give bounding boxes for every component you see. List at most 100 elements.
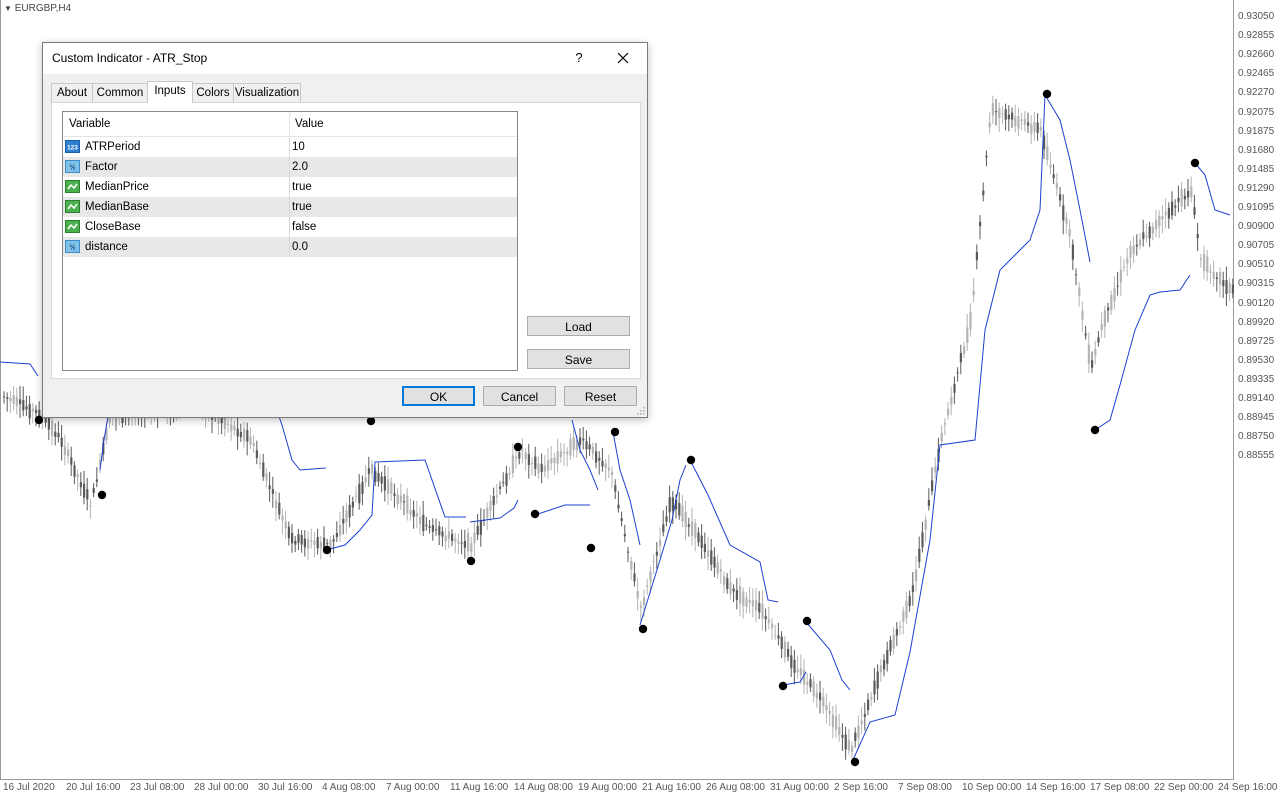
close-icon[interactable] <box>609 46 637 70</box>
candle-body <box>867 699 870 711</box>
candle-body <box>451 533 454 541</box>
candle-body <box>230 424 233 432</box>
signal-dot <box>586 543 596 553</box>
input-row-medianbase[interactable]: MedianBase true <box>63 197 517 217</box>
candle-body <box>870 696 873 700</box>
signal-dot <box>850 757 860 767</box>
input-name: ATRPeriod <box>85 141 141 153</box>
candle-body <box>579 437 582 445</box>
price-tick-label: 0.91680 <box>1238 144 1275 156</box>
candle-body <box>233 425 236 431</box>
tab-common[interactable]: Common <box>92 83 148 102</box>
input-value[interactable]: true <box>292 201 312 213</box>
candle-body <box>1171 201 1174 216</box>
candle-body <box>294 540 297 545</box>
input-value[interactable]: 0.0 <box>292 241 308 253</box>
candle-body <box>614 485 617 492</box>
candle-body <box>505 473 508 486</box>
ok-button[interactable]: OK <box>402 386 475 406</box>
candle-body <box>659 539 662 546</box>
candle-body <box>1215 277 1218 279</box>
close-button[interactable] <box>609 46 637 70</box>
dropdown-triangle-icon[interactable]: ▼ <box>4 4 12 13</box>
column-variable-header[interactable]: Variable <box>69 118 110 130</box>
input-value[interactable]: false <box>292 221 316 233</box>
candle-body <box>534 456 537 469</box>
candle-body <box>822 696 825 707</box>
input-name: CloseBase <box>85 221 141 233</box>
tab-about[interactable]: About <box>51 83 93 102</box>
candle-body <box>1071 244 1074 260</box>
candle-body <box>262 462 265 477</box>
inputs-grid[interactable]: Variable Value 123 ATRPeriod 10 ½ Factor <box>62 111 518 371</box>
candle-body <box>310 540 313 542</box>
candle-body <box>876 671 879 689</box>
price-tick-label: 0.92270 <box>1238 87 1275 99</box>
candle-body <box>707 550 710 557</box>
column-value-header[interactable]: Value <box>295 118 324 130</box>
candle-body <box>83 483 86 498</box>
candle-body <box>76 474 79 478</box>
candle-body <box>851 745 854 753</box>
signal-dot <box>97 490 107 500</box>
candle-body <box>1155 220 1158 230</box>
price-tick-label: 0.90900 <box>1238 221 1275 233</box>
candle-body <box>1100 324 1103 331</box>
tab-visualization-label: Visualization <box>234 87 300 99</box>
signal-dot <box>1090 425 1100 435</box>
candle-body <box>1075 274 1078 276</box>
grid-header: Variable Value <box>63 112 517 137</box>
help-button[interactable]: ? <box>567 47 591 69</box>
input-row-atrperiod[interactable]: 123 ATRPeriod 10 <box>63 137 517 157</box>
reset-button[interactable]: Reset <box>564 386 637 406</box>
candle-body <box>3 396 6 398</box>
candle-body <box>476 526 479 535</box>
price-tick-label: 0.91875 <box>1238 125 1275 137</box>
candle-body <box>543 466 546 472</box>
save-button[interactable]: Save <box>527 349 630 369</box>
tab-about-label: About <box>56 87 88 99</box>
candle-body <box>271 489 274 494</box>
input-row-factor[interactable]: ½ Factor 2.0 <box>63 157 517 177</box>
input-value[interactable]: 2.0 <box>292 161 308 173</box>
candle-body <box>313 540 316 545</box>
time-tick-label: 20 Jul 16:00 <box>66 782 121 793</box>
price-tick-label: 0.91485 <box>1238 163 1275 175</box>
input-value[interactable]: 10 <box>292 141 305 153</box>
atr-stop-line <box>534 504 590 516</box>
candle-body <box>383 476 386 491</box>
atr-stop-line <box>639 464 687 626</box>
candle-body <box>364 477 367 483</box>
candle-body <box>927 499 930 506</box>
candle-body <box>611 471 614 476</box>
cancel-button[interactable]: Cancel <box>483 386 556 406</box>
tab-colors[interactable]: Colors <box>192 83 234 102</box>
tab-visualization[interactable]: Visualization <box>233 83 301 102</box>
tab-colors-label: Colors <box>196 87 230 99</box>
candle-body <box>1196 234 1199 239</box>
candle-body <box>300 535 303 545</box>
load-button[interactable]: Load <box>527 316 630 336</box>
candle-body <box>892 634 895 649</box>
candle-body <box>819 692 822 701</box>
candle-body <box>70 457 73 465</box>
tab-inputs[interactable]: Inputs <box>147 81 193 103</box>
candle-body <box>915 569 918 582</box>
candle-body <box>665 516 668 522</box>
row-separator <box>289 197 290 217</box>
candle-body <box>566 451 569 455</box>
candle-body <box>835 716 838 730</box>
dialog-titlebar[interactable]: Custom Indicator - ATR_Stop ? <box>43 43 647 74</box>
resize-grip-icon[interactable] <box>635 405 645 415</box>
candle-body <box>348 504 351 518</box>
candle-body <box>86 489 89 500</box>
input-row-closebase[interactable]: CloseBase false <box>63 217 517 237</box>
input-value[interactable]: true <box>292 181 312 193</box>
candle-body <box>671 497 674 512</box>
candle-body <box>975 252 978 261</box>
candle-body <box>607 467 610 471</box>
candle-body <box>947 408 950 416</box>
input-row-distance[interactable]: ½ distance 0.0 <box>63 237 517 257</box>
candle-body <box>495 495 498 497</box>
input-row-medianprice[interactable]: MedianPrice true <box>63 177 517 197</box>
